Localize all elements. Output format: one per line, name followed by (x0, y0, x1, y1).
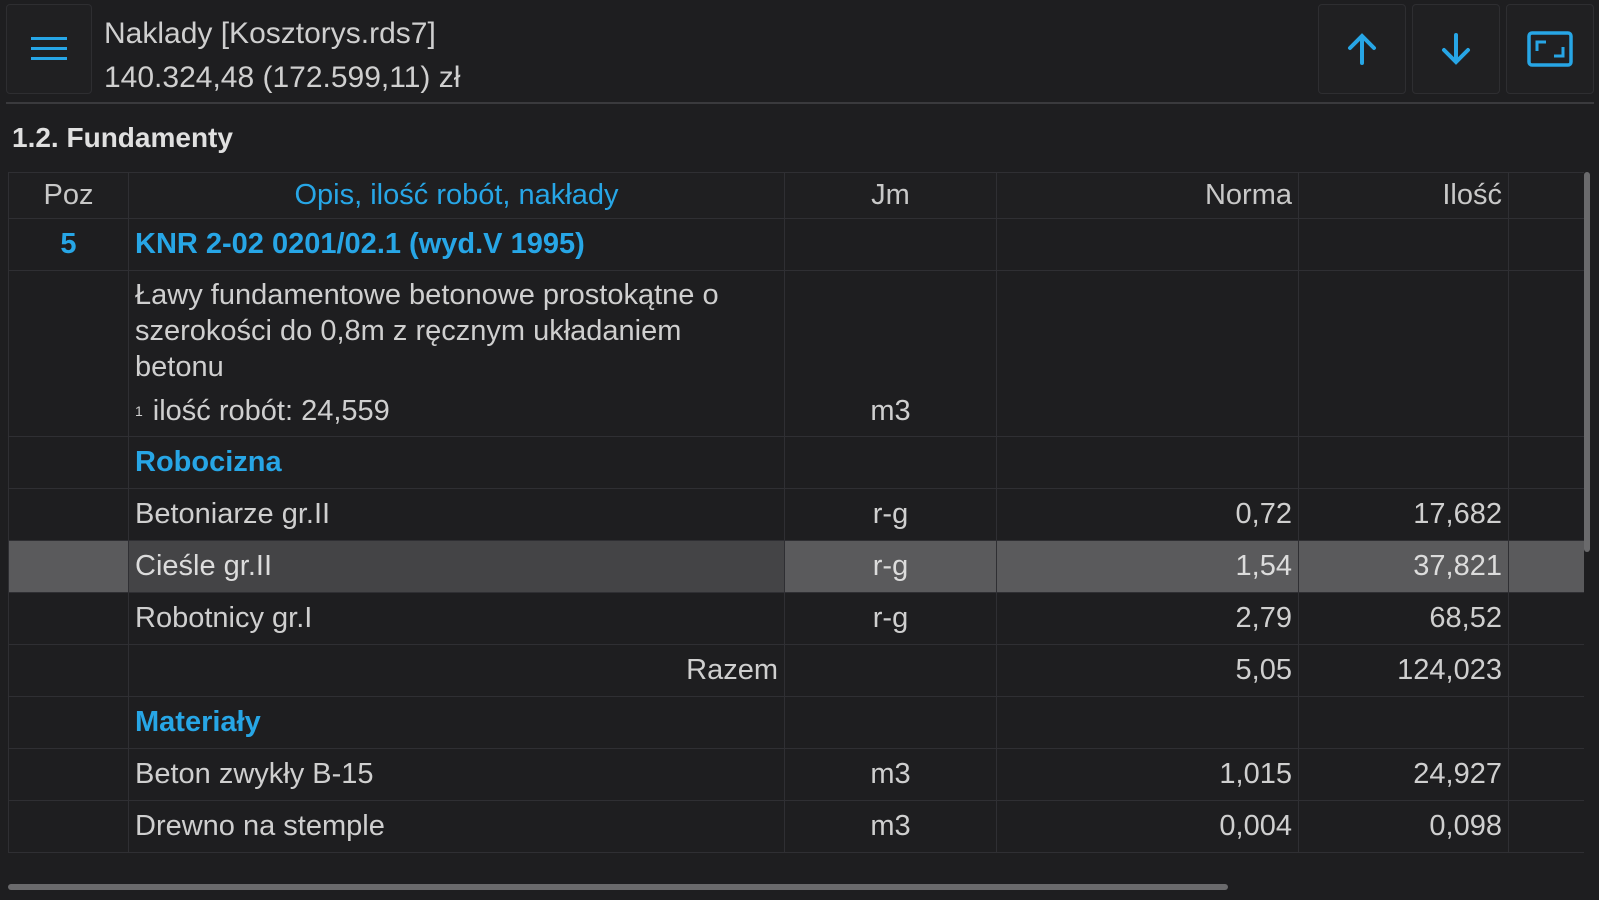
total-label: Razem (128, 644, 785, 697)
column-header-extra (1508, 172, 1584, 219)
row-unit: m3 (784, 800, 997, 853)
empty-cell (1508, 696, 1584, 749)
row-quantity: 68,52 (1298, 592, 1509, 645)
empty-cell (8, 436, 129, 489)
empty-cell (784, 644, 997, 697)
row-unit: m3 (784, 748, 997, 801)
empty-cell (8, 800, 129, 853)
window-title: Naklady [Kosztorys.rds7] (104, 17, 436, 50)
arrow-up-icon (1348, 33, 1376, 65)
cost-table: Poz Opis, ilość robót, nakłady Jm Norma … (8, 172, 1584, 888)
empty-cell (996, 436, 1299, 489)
table-header-row: Poz Opis, ilość robót, nakłady Jm Norma … (8, 172, 1584, 219)
row-description: Drewno na stemple (128, 800, 785, 853)
fullscreen-button[interactable] (1506, 4, 1594, 94)
empty-cell (996, 218, 1299, 271)
position-description: Ławy fundamentowe betonowe prostokątne o… (128, 270, 785, 437)
move-up-button[interactable] (1318, 4, 1406, 94)
column-header-unit[interactable]: Jm (784, 172, 997, 219)
row-norma: 2,79 (996, 592, 1299, 645)
table-row-selected[interactable]: Cieśle gr.II r-g 1,54 37,821 (8, 540, 1584, 593)
empty-cell (996, 696, 1299, 749)
fullscreen-icon (1527, 31, 1573, 67)
empty-cell (784, 218, 997, 271)
header-bar: Naklady [Kosztorys.rds7] 140.324,48 (172… (6, 4, 1594, 100)
menu-button[interactable] (6, 4, 92, 94)
row-quantity: 24,927 (1298, 748, 1509, 801)
work-quantity: 1 ilość robót: 24,559 (135, 393, 778, 429)
row-quantity: 0,098 (1298, 800, 1509, 853)
empty-cell (1508, 540, 1584, 593)
app-window: Naklady [Kosztorys.rds7] 140.324,48 (172… (0, 0, 1599, 900)
empty-cell (1508, 218, 1584, 271)
empty-cell (1508, 436, 1584, 489)
row-description: Beton zwykły B-15 (128, 748, 785, 801)
table-row[interactable]: Drewno na stemple m3 0,004 0,098 (8, 800, 1584, 853)
table-row[interactable]: Beton zwykły B-15 m3 1,015 24,927 (8, 748, 1584, 801)
move-down-button[interactable] (1412, 4, 1500, 94)
empty-cell (8, 270, 129, 437)
work-quantity-text: ilość robót: 24,559 (152, 395, 390, 427)
vertical-scrollbar[interactable] (1584, 172, 1590, 552)
row-description: Cieśle gr.II (128, 540, 785, 593)
empty-cell (1508, 488, 1584, 541)
empty-cell (8, 696, 129, 749)
empty-cell (8, 540, 129, 593)
total-row[interactable]: Razem 5,05 124,023 (8, 644, 1584, 697)
column-header-description[interactable]: Opis, ilość robót, nakłady (128, 172, 785, 219)
description-text: Ławy fundamentowe betonowe prostokątne o… (135, 279, 719, 383)
empty-cell (1508, 270, 1584, 437)
empty-cell (1298, 436, 1509, 489)
row-quantity: 17,682 (1298, 488, 1509, 541)
row-norma: 1,54 (996, 540, 1299, 593)
description-row[interactable]: Ławy fundamentowe betonowe prostokątne o… (8, 270, 1584, 437)
empty-cell (1298, 270, 1509, 437)
empty-cell (996, 270, 1299, 437)
empty-cell (1508, 748, 1584, 801)
empty-cell (784, 696, 997, 749)
empty-cell (784, 436, 997, 489)
position-code: KNR 2-02 0201/02.1 (wyd.V 1995) (128, 218, 785, 271)
total-amount: 140.324,48 (172.599,11) zł (104, 61, 461, 94)
quantity-marker: 1 (135, 403, 143, 419)
menu-icon (31, 37, 67, 60)
empty-cell (8, 748, 129, 801)
total-norma: 5,05 (996, 644, 1299, 697)
empty-cell (1508, 644, 1584, 697)
empty-cell (1508, 800, 1584, 853)
column-header-norma[interactable]: Norma (996, 172, 1299, 219)
row-unit: r-g (784, 540, 997, 593)
empty-cell (8, 488, 129, 541)
section-title: 1.2. Fundamenty (12, 122, 233, 153)
row-norma: 0,72 (996, 488, 1299, 541)
group-name-labor: Robocizna (128, 436, 785, 489)
row-quantity: 37,821 (1298, 540, 1509, 593)
row-norma: 0,004 (996, 800, 1299, 853)
unit-cell: m3 (784, 270, 997, 437)
table-row[interactable]: Robotnicy gr.I r-g 2,79 68,52 (8, 592, 1584, 645)
position-number: 5 (8, 218, 129, 271)
row-unit: r-g (784, 592, 997, 645)
position-row[interactable]: 5 KNR 2-02 0201/02.1 (wyd.V 1995) (8, 218, 1584, 271)
empty-cell (1508, 592, 1584, 645)
horizontal-scrollbar[interactable] (8, 884, 1228, 890)
column-header-quantity[interactable]: Ilość (1298, 172, 1509, 219)
group-header-row[interactable]: Robocizna (8, 436, 1584, 489)
title-block: Naklady [Kosztorys.rds7] 140.324,48 (172… (104, 4, 1312, 100)
row-description: Betoniarze gr.II (128, 488, 785, 541)
row-norma: 1,015 (996, 748, 1299, 801)
row-unit: r-g (784, 488, 997, 541)
row-description: Robotnicy gr.I (128, 592, 785, 645)
empty-cell (8, 592, 129, 645)
column-header-poz[interactable]: Poz (8, 172, 129, 219)
header-divider (6, 102, 1594, 104)
total-quantity: 124,023 (1298, 644, 1509, 697)
arrow-down-icon (1442, 33, 1470, 65)
group-header-row[interactable]: Materiały (8, 696, 1584, 749)
empty-cell (1298, 218, 1509, 271)
empty-cell (1298, 696, 1509, 749)
empty-cell (8, 644, 129, 697)
group-name-materials: Materiały (128, 696, 785, 749)
table-row[interactable]: Betoniarze gr.II r-g 0,72 17,682 (8, 488, 1584, 541)
